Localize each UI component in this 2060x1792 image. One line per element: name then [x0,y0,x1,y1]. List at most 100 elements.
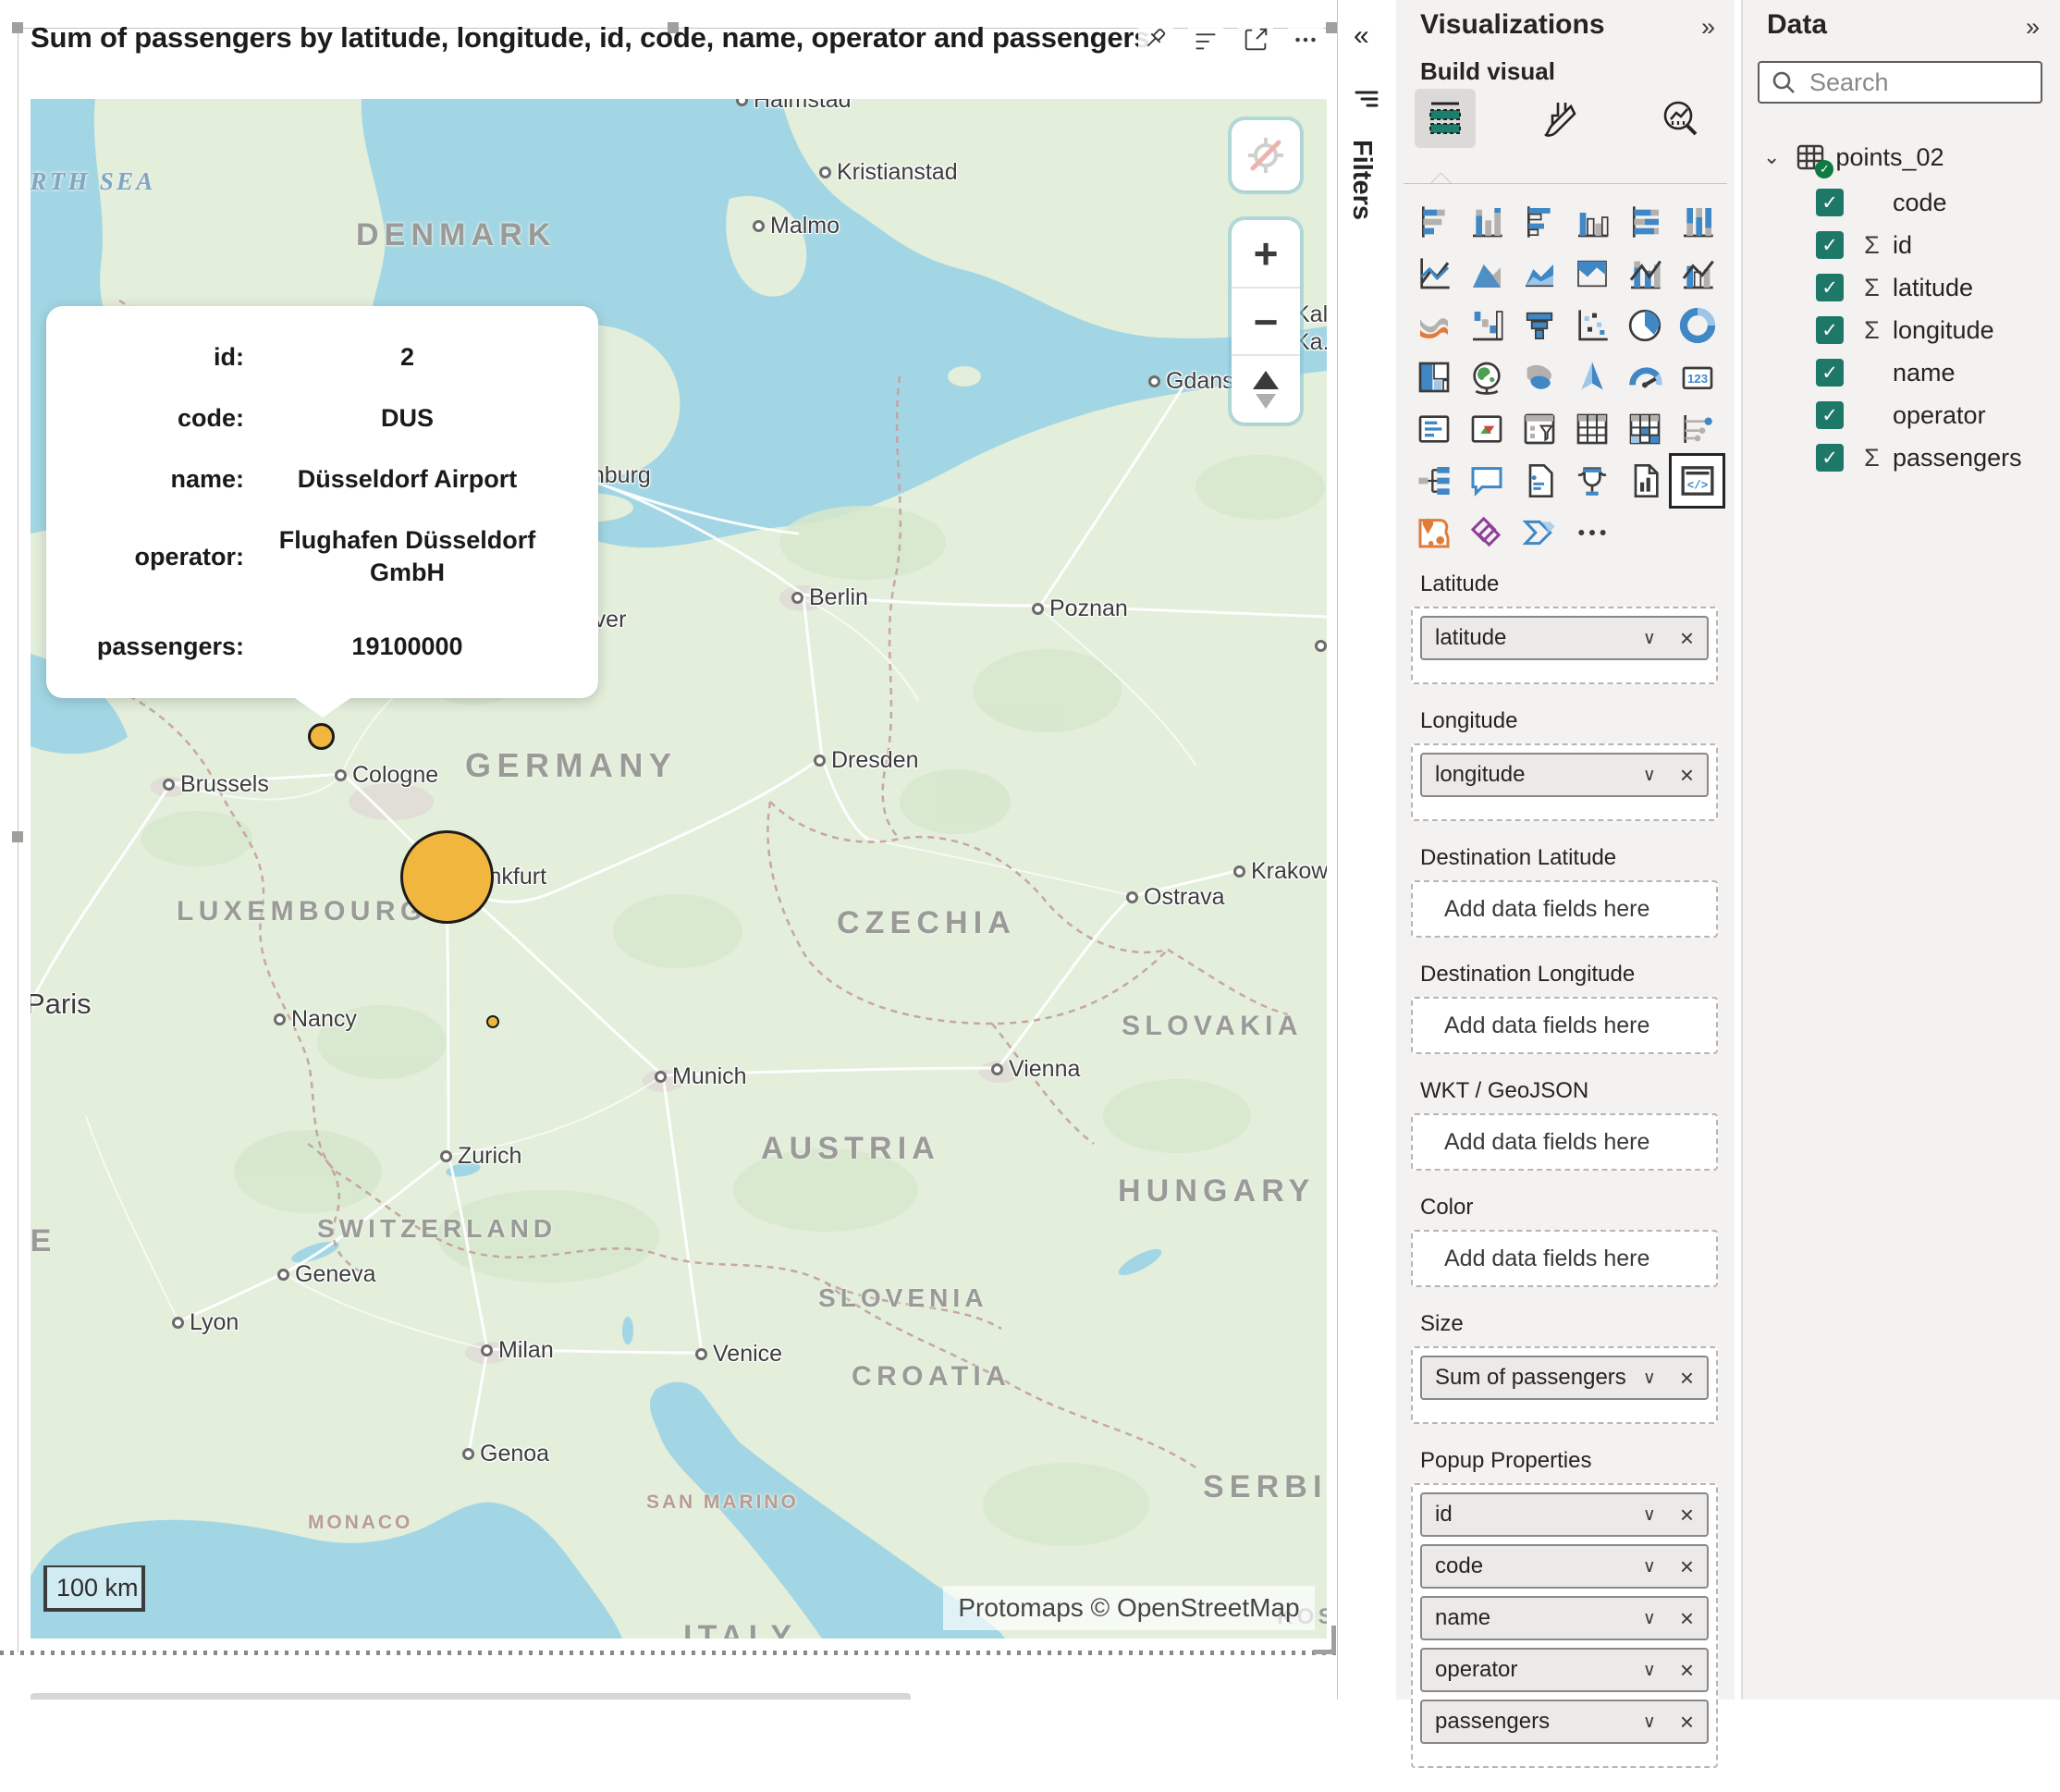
well-dropzone[interactable]: longitude∨× [1411,743,1718,821]
field-row-operator[interactable]: ✓operator [1743,394,2060,436]
stacked-bar-chart-icon[interactable] [1407,196,1460,248]
html-content-icon[interactable]: </> [1671,455,1723,507]
treemap-icon[interactable] [1407,351,1460,403]
chevron-down-icon[interactable]: ∨ [1643,1712,1656,1732]
icon-map-icon[interactable] [1407,507,1460,558]
remove-field-icon[interactable]: × [1680,624,1694,653]
field-name[interactable]: longitude [1893,316,1994,345]
well-dropzone[interactable]: Add data fields here [1411,1230,1718,1287]
field-checkbox[interactable]: ✓ [1816,444,1844,472]
field-row-id[interactable]: ✓Σid [1743,224,2060,266]
chevron-down-icon[interactable]: ∨ [1643,1556,1656,1577]
zoom-in-button[interactable]: + [1232,220,1300,287]
field-chip[interactable]: longitude∨× [1420,753,1709,797]
pie-chart-icon[interactable] [1618,300,1671,351]
scatter-chart-icon[interactable] [1565,300,1618,351]
well-dropzone[interactable]: Add data fields here [1411,997,1718,1054]
clustered-bar-chart-icon[interactable] [1513,196,1565,248]
remove-field-icon[interactable]: × [1680,1501,1694,1529]
chevron-down-icon[interactable]: ∨ [1643,1368,1656,1388]
chevron-down-icon[interactable]: ∨ [1643,1504,1656,1525]
field-checkbox[interactable]: ✓ [1816,401,1844,429]
field-checkbox[interactable]: ✓ [1816,189,1844,216]
chevron-down-icon[interactable]: ∨ [1643,1660,1656,1680]
qa-icon[interactable] [1460,455,1513,507]
field-name[interactable]: name [1893,359,1956,387]
format-visual-tab[interactable] [1532,89,1593,148]
gauge-icon[interactable] [1618,351,1671,403]
field-chip[interactable]: name∨× [1420,1596,1709,1640]
decomposition-tree-icon[interactable] [1407,455,1460,507]
build-visual-tab[interactable] [1415,89,1476,148]
azure-map-icon[interactable] [1565,351,1618,403]
field-row-code[interactable]: ✓ code [1743,181,2060,224]
field-chip[interactable]: Sum of passengers∨× [1420,1356,1709,1400]
field-chip[interactable]: operator∨× [1420,1648,1709,1692]
well-dropzone[interactable]: Add data fields here [1411,1113,1718,1171]
chevron-down-icon[interactable]: ∨ [1643,628,1656,648]
slicer-icon[interactable] [1513,403,1565,455]
table-name[interactable]: points_02 [1835,143,1944,172]
more-visuals-icon[interactable] [1565,507,1618,558]
table-icon[interactable] [1565,403,1618,455]
clustered-column-chart-icon[interactable] [1565,196,1618,248]
multi-row-card-icon[interactable] [1407,403,1460,455]
filter-lines-icon[interactable] [1188,22,1223,57]
stacked-column-chart-icon[interactable] [1460,196,1513,248]
well-dropzone[interactable]: latitude∨× [1411,607,1718,684]
pin-icon[interactable] [1138,22,1173,57]
collapse-data-icon[interactable]: » [2026,13,2040,42]
power-apps-icon[interactable] [1460,507,1513,558]
map-bubble[interactable] [308,723,335,750]
map-icon[interactable] [1460,351,1513,403]
field-checkbox[interactable]: ✓ [1816,274,1844,301]
field-name[interactable]: code [1893,189,1947,217]
power-automate-icon[interactable] [1513,507,1565,558]
resize-handle[interactable] [12,22,23,33]
geolocate-button[interactable] [1232,120,1300,190]
analytics-tab[interactable] [1649,89,1711,148]
line-clustered-column-chart-icon[interactable] [1671,248,1723,300]
key-influencers-icon[interactable] [1671,403,1723,455]
smart-narrative-icon[interactable] [1513,455,1565,507]
remove-field-icon[interactable]: × [1680,761,1694,790]
remove-field-icon[interactable]: × [1680,1604,1694,1633]
map-bubble[interactable] [486,1015,499,1028]
well-dropzone[interactable]: id∨×code∨×name∨×operator∨×passengers∨× [1411,1483,1718,1768]
table-row-points_02[interactable]: ⌄ ✓ points_02 [1743,133,2060,181]
field-chip[interactable]: latitude∨× [1420,616,1709,660]
kpi-icon[interactable] [1460,403,1513,455]
remove-field-icon[interactable]: × [1680,1553,1694,1581]
filters-pane-title[interactable]: Filters [1346,140,1377,220]
chevron-down-icon[interactable]: ∨ [1643,1608,1656,1628]
area-chart-icon[interactable] [1460,248,1513,300]
focus-mode-icon[interactable] [1238,22,1273,57]
waterfall-chart-icon[interactable] [1460,300,1513,351]
more-options-icon[interactable] [1288,22,1323,57]
filled-map-icon[interactable] [1513,351,1565,403]
map-visual[interactable]: NORTH SEADENMARKGERMANYLUXEMBOURGCZECHIA… [31,99,1327,1639]
chevron-down-icon[interactable]: ∨ [1643,765,1656,785]
field-checkbox[interactable]: ✓ [1816,359,1844,387]
ribbon-chart-icon[interactable] [1407,300,1460,351]
field-row-latitude[interactable]: ✓Σlatitude [1743,266,2060,309]
map-bubble[interactable] [400,830,494,924]
field-checkbox[interactable]: ✓ [1816,316,1844,344]
expand-filters-icon[interactable]: « [1354,20,1396,52]
matrix-icon[interactable] [1618,403,1671,455]
well-dropzone[interactable]: Add data fields here [1411,880,1718,938]
card-icon[interactable]: 123 [1671,351,1723,403]
line-chart-icon[interactable] [1407,248,1460,300]
hundred-stacked-bar-chart-icon[interactable] [1618,196,1671,248]
paginated-report-icon[interactable] [1618,455,1671,507]
hundred-stacked-column-chart-icon[interactable] [1671,196,1723,248]
field-name[interactable]: passengers [1893,444,2022,473]
hundred-stacked-area-chart-icon[interactable] [1565,248,1618,300]
field-name[interactable]: latitude [1893,274,1973,302]
field-row-longitude[interactable]: ✓Σlongitude [1743,309,2060,351]
funnel-chart-icon[interactable] [1513,300,1565,351]
chevron-down-icon[interactable]: ⌄ [1763,146,1780,169]
resize-handle[interactable] [12,831,23,842]
zoom-out-button[interactable]: − [1232,287,1300,355]
data-search[interactable] [1758,61,2042,104]
